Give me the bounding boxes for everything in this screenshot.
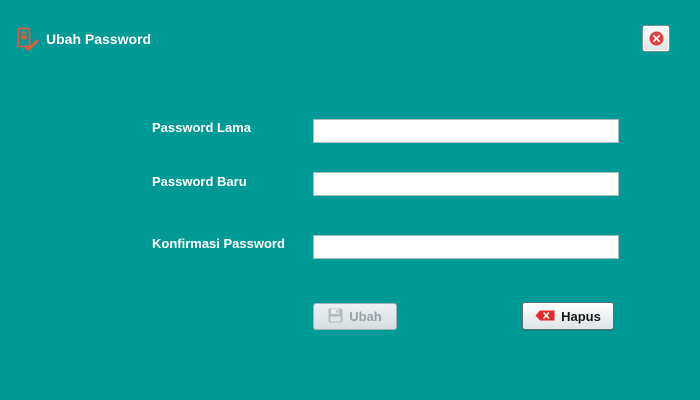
dialog-title: Ubah Password bbox=[46, 31, 152, 47]
ubah-button[interactable]: Ubah bbox=[313, 303, 397, 330]
hapus-button[interactable]: Hapus bbox=[522, 302, 614, 330]
close-button[interactable] bbox=[642, 25, 670, 52]
change-password-dialog: Ubah Password Password Lama Password Bar… bbox=[0, 0, 700, 400]
close-icon bbox=[649, 31, 664, 46]
save-icon bbox=[328, 308, 343, 326]
confirm-password-field[interactable] bbox=[313, 235, 619, 259]
hapus-button-label: Hapus bbox=[561, 308, 601, 324]
confirm-password-label: Konfirmasi Password bbox=[152, 236, 285, 251]
old-password-field[interactable] bbox=[313, 119, 619, 143]
new-password-field[interactable] bbox=[313, 172, 619, 196]
ubah-button-label: Ubah bbox=[349, 309, 382, 324]
password-change-icon bbox=[16, 27, 40, 51]
old-password-label: Password Lama bbox=[152, 120, 251, 135]
erase-icon bbox=[535, 309, 555, 324]
new-password-label: Password Baru bbox=[152, 174, 247, 189]
